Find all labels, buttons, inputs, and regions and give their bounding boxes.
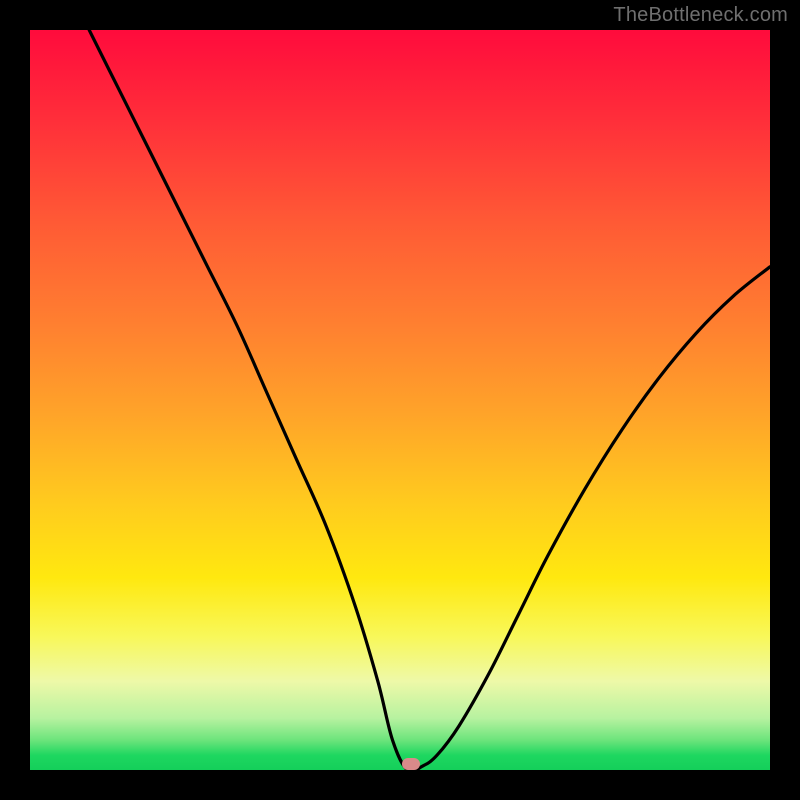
minimum-marker <box>402 758 420 770</box>
watermark-text: TheBottleneck.com <box>613 4 788 27</box>
curve-path <box>89 30 770 770</box>
plot-area <box>30 30 770 770</box>
bottleneck-curve <box>30 30 770 770</box>
chart-frame: TheBottleneck.com <box>0 0 800 800</box>
